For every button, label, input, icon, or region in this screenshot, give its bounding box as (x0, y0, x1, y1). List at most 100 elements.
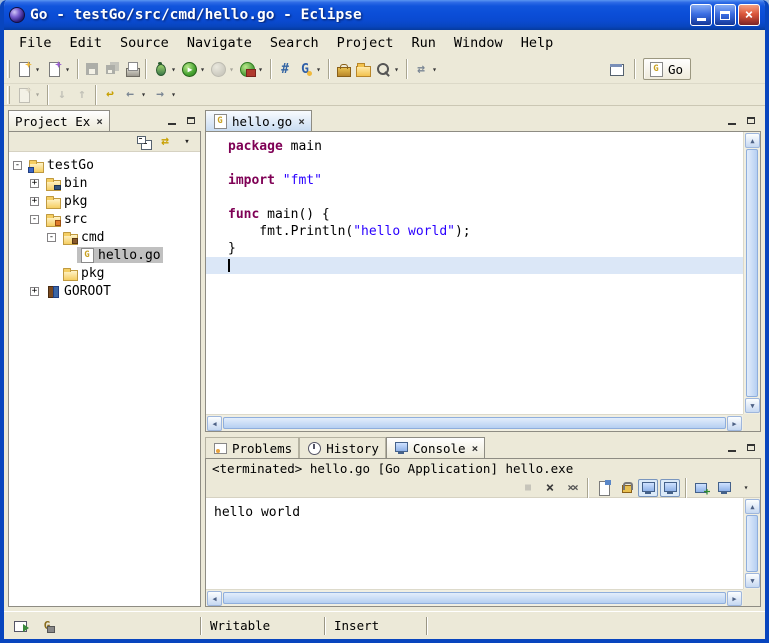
tab-problems[interactable]: Problems (205, 437, 299, 458)
scroll-left-button[interactable]: ◀ (207, 591, 222, 606)
minimize-view-button[interactable] (724, 440, 740, 454)
search-button[interactable]: ▾ (373, 58, 403, 80)
close-icon[interactable]: × (296, 115, 305, 128)
menu-edit[interactable]: Edit (61, 32, 112, 54)
fast-view-button[interactable] (12, 617, 30, 635)
tree-item-src-pkg[interactable]: pkg (9, 264, 200, 282)
title-bar[interactable]: Go - testGo/src/cmd/hello.go - Eclipse × (4, 0, 765, 30)
toolbox-button[interactable] (333, 58, 353, 80)
dropdown-arrow-icon[interactable]: ▾ (430, 65, 439, 74)
expander-icon[interactable]: - (30, 215, 39, 224)
debug-button[interactable]: ▾ (150, 58, 180, 80)
clear-console-button[interactable] (594, 479, 614, 497)
toolbar-grip[interactable] (7, 60, 10, 78)
dropdown-arrow-icon[interactable]: ▾ (314, 65, 323, 74)
save-all-button[interactable] (102, 58, 122, 80)
tab-history[interactable]: History (299, 437, 386, 458)
maximize-view-button[interactable] (743, 113, 759, 127)
minimize-button[interactable] (690, 4, 712, 26)
tree-item-bin[interactable]: + bin (9, 174, 200, 192)
show-stderr-button[interactable] (660, 479, 680, 497)
vertical-scrollbar[interactable]: ▲ ▼ (743, 132, 760, 414)
scroll-down-button[interactable]: ▼ (745, 398, 760, 413)
menu-navigate[interactable]: Navigate (178, 32, 261, 54)
goclipse-button[interactable]: G▾ (295, 58, 325, 80)
dropdown-arrow-icon[interactable]: ▾ (33, 65, 42, 74)
close-button[interactable]: × (738, 4, 760, 26)
expander-icon[interactable]: - (47, 233, 56, 242)
dropdown-arrow-icon[interactable]: ▾ (169, 65, 178, 74)
maximize-view-button[interactable] (183, 113, 199, 127)
go-perspective-button[interactable]: G Go (643, 58, 691, 80)
tree-item-cmd[interactable]: - cmd (9, 228, 200, 246)
expander-icon[interactable]: + (30, 287, 39, 296)
code-editor[interactable]: package main import "fmt" func main() { … (206, 132, 743, 414)
dropdown-arrow-icon[interactable]: ▾ (139, 90, 148, 99)
horizontal-scrollbar[interactable]: ◀ ▶ (206, 414, 743, 431)
dropdown-arrow-icon[interactable]: ▾ (198, 65, 207, 74)
run-button[interactable]: ▶▾ (180, 58, 209, 80)
maximize-view-button[interactable] (743, 440, 759, 454)
dropdown-arrow-icon[interactable]: ▾ (392, 65, 401, 74)
scroll-up-button[interactable]: ▲ (745, 499, 760, 514)
forward-button[interactable]: →▾ (150, 84, 180, 106)
horizontal-scrollbar[interactable]: ◀ ▶ (206, 589, 743, 606)
open-perspective-button[interactable] (607, 58, 627, 80)
menu-run[interactable]: Run (403, 32, 445, 54)
dropdown-arrow-icon[interactable]: ▾ (169, 90, 178, 99)
tab-hello-go[interactable]: G hello.go × (205, 110, 312, 131)
go-trim-button[interactable]: G (38, 617, 56, 635)
pin-console-button[interactable] (714, 479, 734, 497)
scroll-right-button[interactable]: ▶ (727, 591, 742, 606)
maximize-button[interactable] (714, 4, 736, 26)
scrollbar-thumb[interactable] (223, 592, 726, 604)
dropdown-arrow-icon[interactable]: ▾ (227, 65, 236, 74)
show-stdout-button[interactable] (638, 479, 658, 497)
tree-item-testgo[interactable]: - testGo (9, 156, 200, 174)
tree-item-pkg[interactable]: + pkg (9, 192, 200, 210)
tree-item-hello-go[interactable]: Ghello.go (9, 246, 200, 264)
close-icon[interactable]: × (470, 442, 479, 455)
scroll-up-button[interactable]: ▲ (745, 133, 760, 148)
annotations-button[interactable]: ▾ (14, 84, 44, 106)
vertical-scrollbar[interactable]: ▲ ▼ (743, 498, 760, 589)
last-edit-location-button[interactable]: ↩ (100, 84, 120, 106)
profile-button[interactable]: ▾ (209, 58, 238, 80)
scroll-right-button[interactable]: ▶ (727, 416, 742, 431)
menu-file[interactable]: File (10, 32, 61, 54)
expander-icon[interactable]: - (13, 161, 22, 170)
close-icon[interactable]: × (94, 115, 103, 128)
scrollbar-thumb[interactable] (746, 149, 758, 397)
toolbar-grip[interactable] (7, 86, 10, 104)
open-console-button[interactable] (692, 479, 712, 497)
expander-icon[interactable]: + (30, 197, 39, 206)
scroll-lock-button[interactable] (616, 479, 636, 497)
next-annotation-button[interactable]: ↓ (52, 84, 72, 106)
tab-console[interactable]: Console × (386, 437, 485, 458)
scroll-down-button[interactable]: ▼ (745, 573, 760, 588)
menu-window[interactable]: Window (445, 32, 512, 54)
back-button[interactable]: ←▾ (120, 84, 150, 106)
collapse-all-button[interactable] (133, 133, 153, 151)
menu-help[interactable]: Help (512, 32, 563, 54)
minimize-view-button[interactable] (164, 113, 180, 127)
expander-icon[interactable]: + (30, 179, 39, 188)
team-sync-button[interactable]: ⇄▾ (411, 58, 441, 80)
tab-project-explorer[interactable]: Project Ex × (8, 110, 110, 131)
new-go-package-button[interactable]: # (275, 58, 295, 80)
new-button[interactable]: ▾ (14, 58, 44, 80)
external-tools-button[interactable]: ▾ (238, 58, 267, 80)
menu-source[interactable]: Source (111, 32, 178, 54)
save-button[interactable] (82, 58, 102, 80)
print-button[interactable] (122, 58, 142, 80)
console-output-area[interactable]: hello world ▲ ▼ ◀ ▶ (206, 498, 760, 606)
scrollbar-thumb[interactable] (746, 515, 758, 572)
scrollbar-thumb[interactable] (223, 417, 726, 429)
remove-launch-button[interactable]: × (540, 479, 560, 497)
view-menu-button[interactable]: ▾ (177, 133, 197, 151)
new-wizard-button[interactable]: ▾ (44, 58, 74, 80)
menu-project[interactable]: Project (328, 32, 403, 54)
scroll-left-button[interactable]: ◀ (207, 416, 222, 431)
terminate-button[interactable]: ■ (518, 479, 538, 497)
minimize-view-button[interactable] (724, 113, 740, 127)
